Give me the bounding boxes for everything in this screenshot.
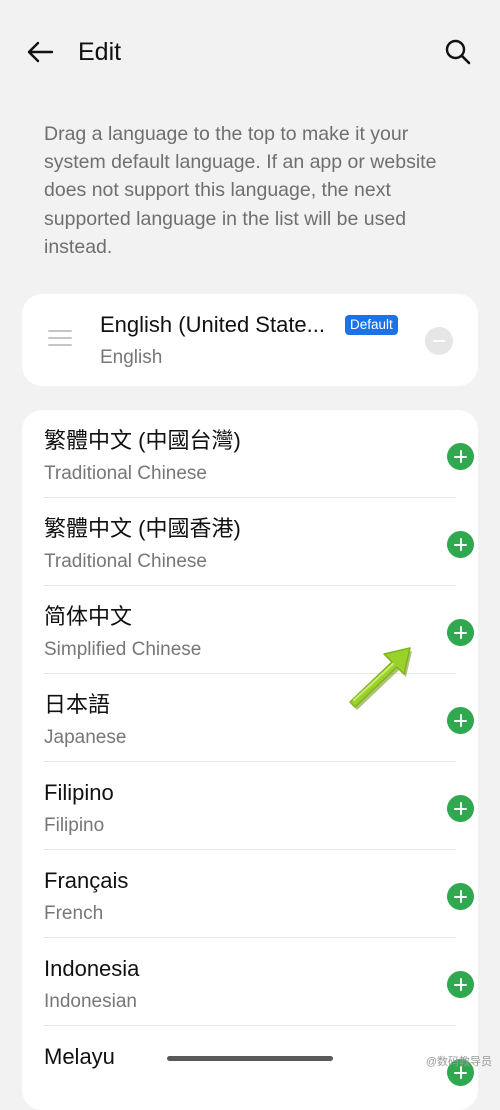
add-language-button[interactable]: [447, 707, 474, 734]
home-indicator[interactable]: [167, 1056, 333, 1061]
search-button[interactable]: [438, 32, 478, 72]
available-languages-card: 繁體中文 (中國台灣) Traditional Chinese 繁體中文 (中國…: [22, 410, 478, 1110]
language-subtitle: Traditional Chinese: [44, 551, 207, 572]
language-subtitle: Traditional Chinese: [44, 463, 207, 484]
default-badge: Default: [345, 315, 398, 335]
list-item[interactable]: Français French: [44, 850, 474, 938]
arrow-left-icon: [27, 41, 54, 63]
instruction-text: Drag a language to the top to make it yo…: [44, 123, 437, 258]
language-subtitle: Simplified Chinese: [44, 639, 202, 660]
list-item[interactable]: 日本語 Japanese: [44, 674, 474, 762]
back-button[interactable]: [20, 34, 60, 70]
language-subtitle: French: [44, 903, 104, 924]
page-title: Edit: [78, 38, 122, 66]
list-item[interactable]: Filipino Filipino: [44, 762, 474, 850]
language-name: Français: [44, 868, 129, 893]
language-name: 繁體中文 (中國台灣): [44, 428, 241, 453]
language-name: Melayu: [44, 1044, 115, 1069]
list-item[interactable]: Melayu: [44, 1026, 474, 1110]
list-item[interactable]: 繁體中文 (中國香港) Traditional Chinese: [44, 498, 474, 586]
language-subtitle: Filipino: [44, 815, 105, 836]
language-subtitle: Indonesian: [44, 991, 137, 1012]
add-language-button[interactable]: [447, 531, 474, 558]
language-name: 繁體中文 (中國香港): [44, 516, 241, 541]
list-item[interactable]: 繁體中文 (中國台灣) Traditional Chinese: [44, 410, 474, 498]
language-name: Filipino: [44, 780, 114, 805]
remove-language-button[interactable]: [425, 327, 453, 355]
add-language-button[interactable]: [447, 443, 474, 470]
list-item[interactable]: Indonesia Indonesian: [44, 938, 474, 1026]
app-header: Edit: [0, 0, 500, 104]
language-subtitle: Japanese: [44, 727, 127, 748]
add-language-button[interactable]: [447, 619, 474, 646]
add-language-button[interactable]: [447, 883, 474, 910]
list-item[interactable]: 简体中文 Simplified Chinese: [44, 586, 474, 674]
add-language-button[interactable]: [447, 971, 474, 998]
default-language-name: English (United State...: [100, 312, 326, 337]
search-icon: [445, 39, 471, 65]
default-language-native: English: [100, 347, 163, 368]
add-language-button[interactable]: [447, 795, 474, 822]
language-name: 日本語: [44, 692, 111, 717]
watermark: @数码教导员: [425, 1056, 492, 1068]
language-name: Indonesia: [44, 956, 140, 981]
language-name: 简体中文: [44, 604, 133, 629]
drag-handle-icon[interactable]: [48, 330, 72, 346]
default-language-card[interactable]: English (United State... Default English: [22, 294, 478, 386]
